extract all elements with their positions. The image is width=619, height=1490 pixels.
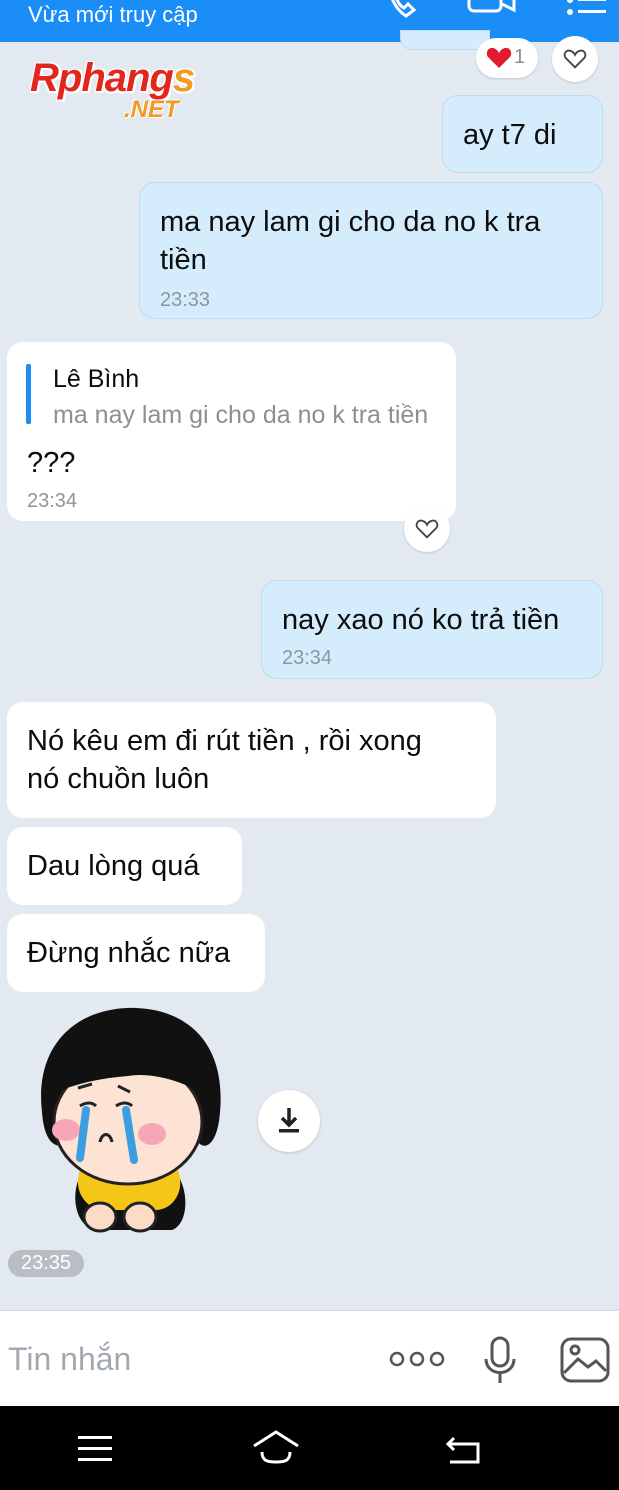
nav-menu-icon[interactable] (78, 1434, 114, 1469)
react-heart-button[interactable] (552, 36, 598, 82)
message-text-line: ma nay lam gi cho da no k tra (160, 206, 541, 238)
reaction-count-badge[interactable]: 1 (476, 38, 538, 78)
video-call-icon[interactable] (466, 0, 518, 21)
heart-outline-icon (415, 519, 439, 539)
image-icon[interactable] (560, 1337, 610, 1388)
message-time: 23:34 (27, 490, 78, 512)
sticker-time: 23:35 (8, 1250, 84, 1277)
more-icon[interactable] (388, 1349, 446, 1374)
message-bubble-outgoing[interactable]: ay t7 di (442, 95, 603, 173)
system-navigation-bar (0, 1406, 619, 1490)
sticker-crying-girl[interactable] (30, 1002, 230, 1242)
message-text: ??? (27, 447, 76, 479)
menu-icon[interactable] (566, 0, 608, 21)
heart-icon (486, 47, 512, 68)
status-text: Vừa mới truy cập (28, 2, 198, 27)
message-text: ay t7 di (463, 119, 557, 151)
message-text: Đừng nhắc nữa (27, 937, 231, 969)
chat-header: Vừa mới truy cập (0, 0, 619, 42)
quote-indicator (26, 364, 31, 424)
message-input-bar: Tin nhắn (0, 1310, 619, 1407)
message-bubble-incoming[interactable]: Dau lòng quá (7, 827, 242, 905)
message-bubble-outgoing[interactable]: ma nay lam gi cho da no k tra tiền 23:33 (139, 182, 603, 319)
quoted-text: ma nay lam gi cho da no k tra tiền (53, 401, 429, 429)
message-text: Dau lòng quá (27, 850, 200, 882)
nav-back-icon[interactable] (444, 1432, 484, 1471)
message-input[interactable]: Tin nhắn (8, 1341, 131, 1378)
message-bubble-incoming[interactable]: Đừng nhắc nữa (7, 914, 265, 992)
react-heart-button[interactable] (404, 506, 450, 552)
message-text-line: Nó kêu em đi rút tiền , rồi xong (27, 725, 422, 757)
quoted-author: Lê Bình (53, 365, 140, 393)
message-text-line: nó chuồn luôn (27, 763, 210, 795)
message-text: nay xao nó ko trả tiền (282, 604, 560, 636)
heart-outline-icon (563, 49, 587, 69)
reaction-count: 1 (514, 46, 526, 68)
previous-message-bubble (400, 30, 490, 50)
download-icon (279, 1108, 299, 1133)
message-time: 23:34 (282, 647, 333, 669)
download-button[interactable] (258, 1090, 320, 1152)
watermark-logo: Rphangs .NET (30, 56, 195, 123)
message-text-line: tiền (160, 244, 207, 276)
nav-home-icon[interactable] (252, 1428, 300, 1473)
message-bubble-incoming-reply[interactable]: Lê Bình ma nay lam gi cho da no k tra ti… (7, 342, 456, 521)
microphone-icon[interactable] (482, 1335, 518, 1390)
phone-icon[interactable] (384, 0, 420, 27)
message-time: 23:33 (160, 289, 211, 311)
message-bubble-incoming[interactable]: Nó kêu em đi rút tiền , rồi xong nó chuồ… (7, 702, 496, 818)
message-bubble-outgoing[interactable]: nay xao nó ko trả tiền 23:34 (261, 580, 603, 679)
